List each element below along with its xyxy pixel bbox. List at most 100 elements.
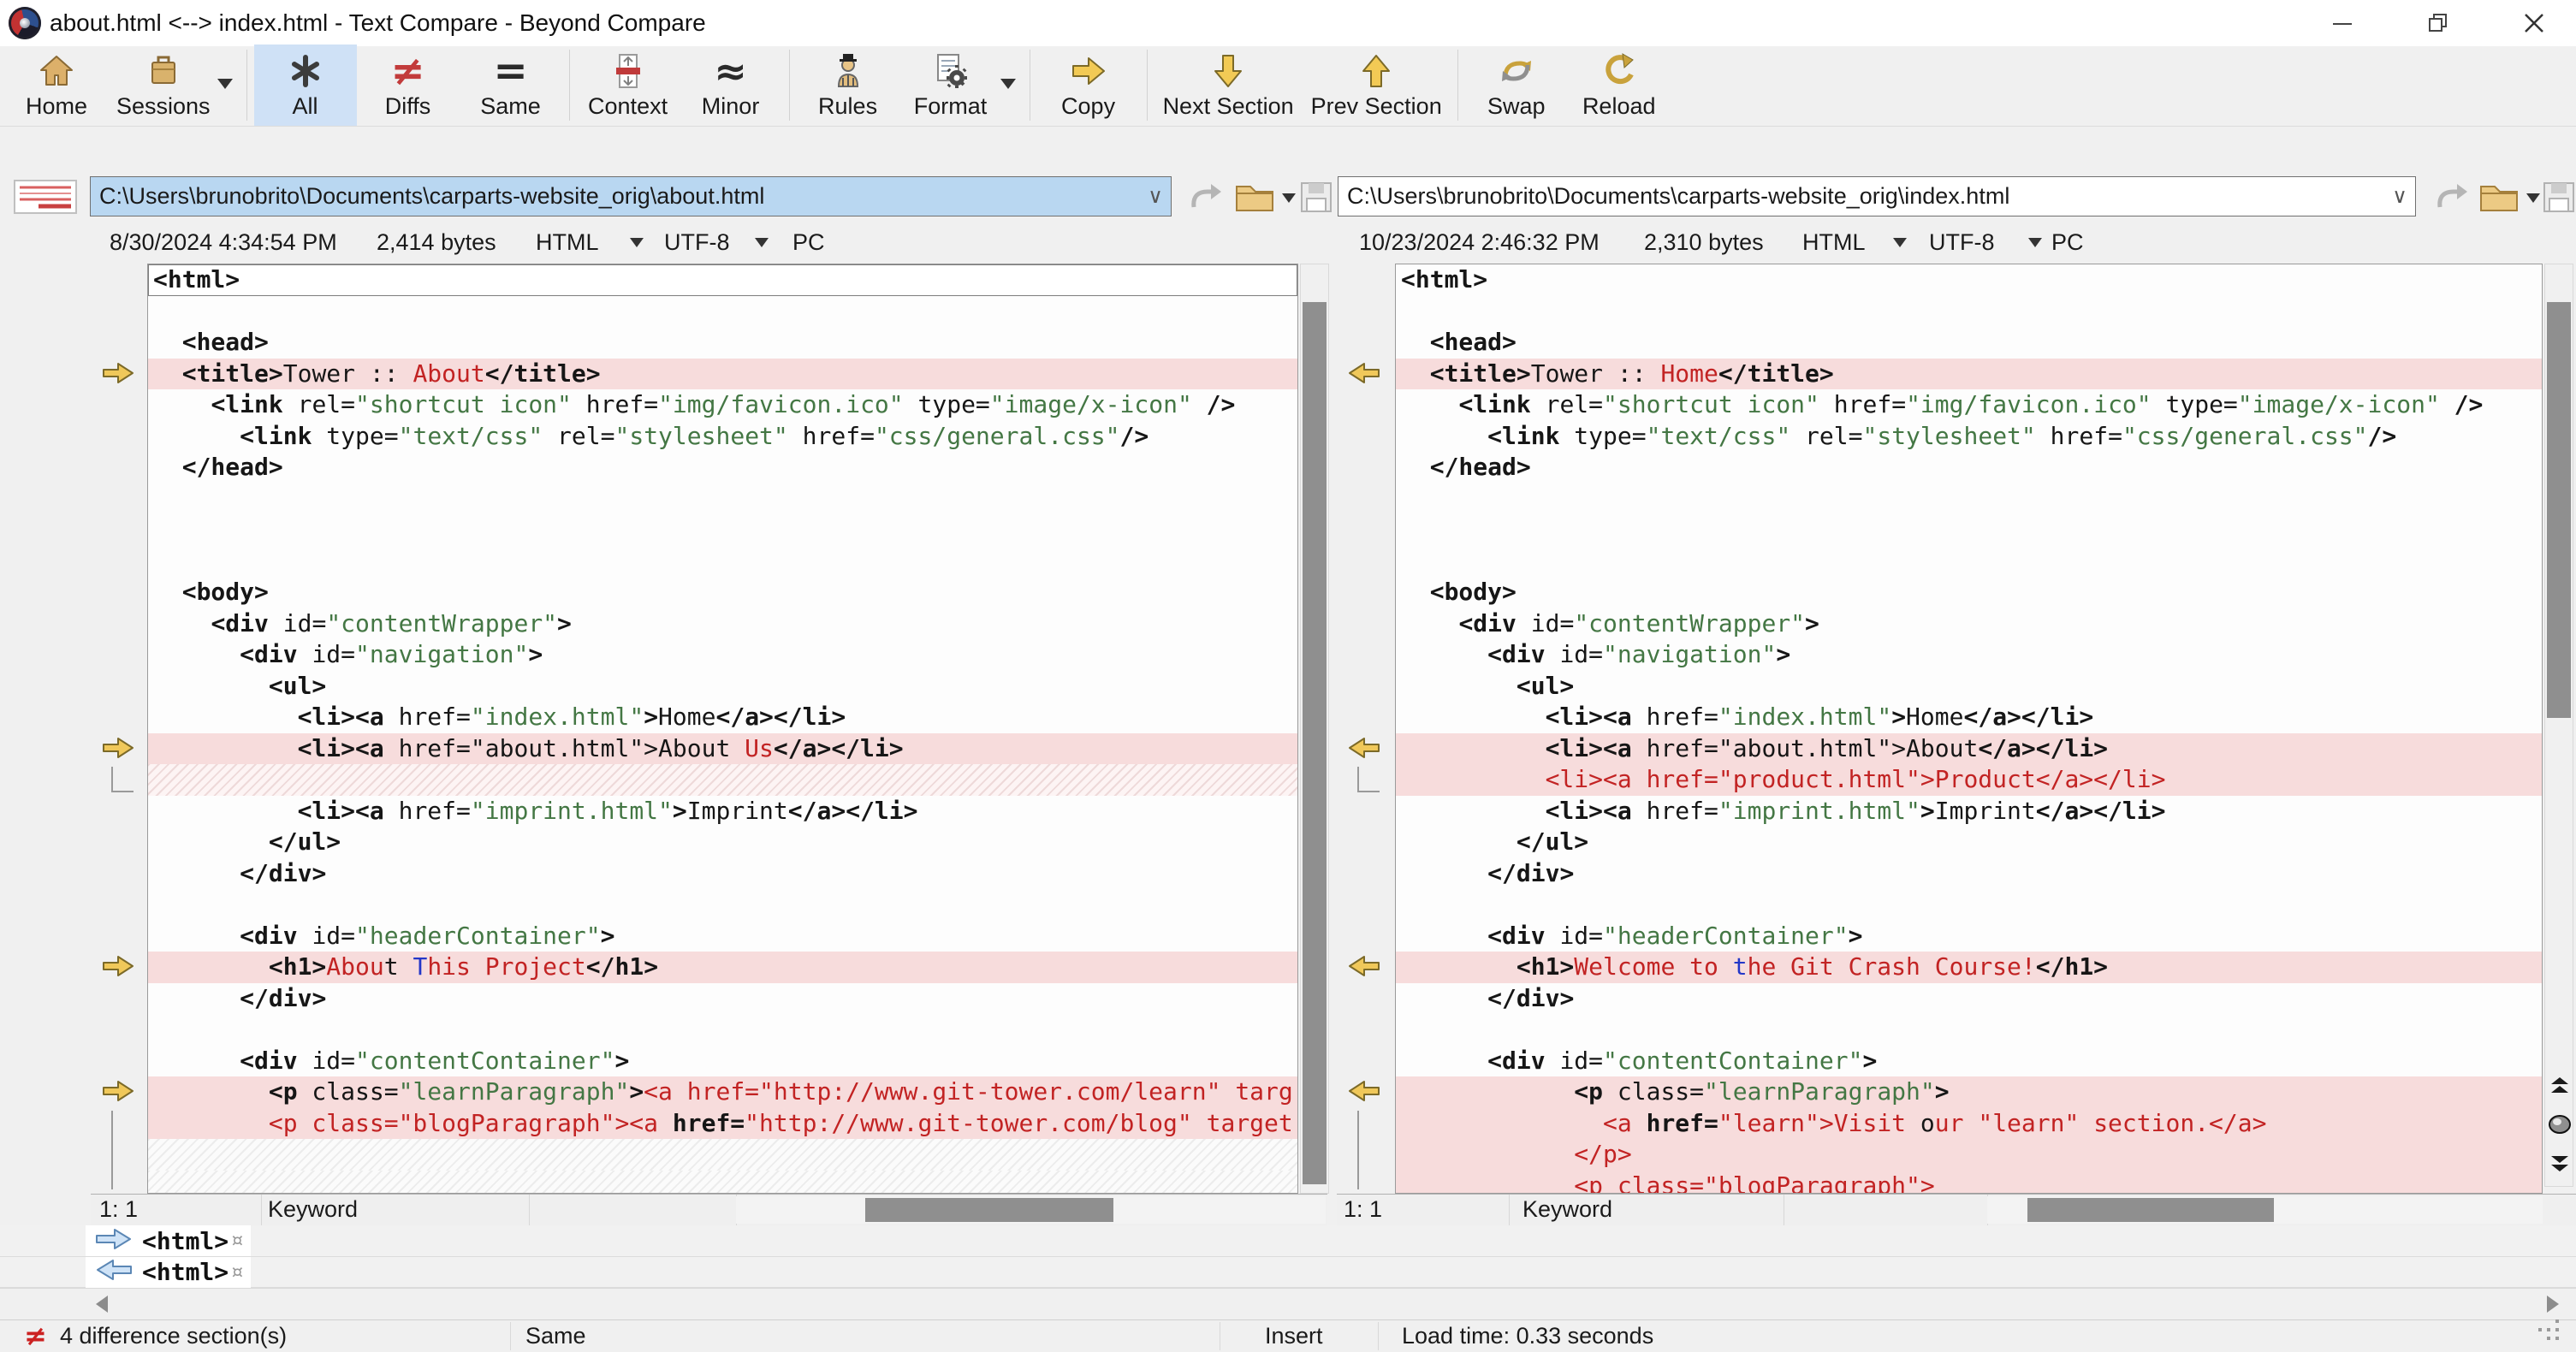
toolbar-button-swap[interactable]: Swap [1465,44,1568,126]
code-line[interactable]: <title>Tower :: About</title> [148,358,1297,389]
code-line[interactable]: </head> [148,452,1297,483]
code-line[interactable]: <body> [1396,577,2542,608]
code-line[interactable]: <link type="text/css" rel="stylesheet" h… [1396,421,2542,453]
resize-grip[interactable] [2538,1328,2542,1331]
code-line[interactable]: <html> [148,264,1297,296]
left-path-input[interactable]: C:\Users\brunobrito\Documents\carparts-w… [90,176,1172,216]
code-line[interactable]: <div id="headerContainer"> [148,921,1297,952]
code-line[interactable] [1396,514,2542,546]
code-line[interactable]: <a href="learn">Visit our "learn" sectio… [1396,1107,2542,1139]
code-line[interactable]: <li><a href="about.html">About Us</a></l… [148,732,1297,764]
code-line[interactable] [148,1014,1297,1046]
scroll-left-icon[interactable] [96,1296,108,1313]
code-line[interactable] [1396,296,2542,328]
code-line[interactable]: <div id="contentWrapper"> [1396,608,2542,640]
minimize-button[interactable] [2303,0,2382,46]
code-line[interactable]: <link rel="shortcut icon" href="img/favi… [1396,389,2542,421]
right-undo-icon[interactable] [2429,178,2473,216]
toolbar-button-context[interactable]: Context [577,44,680,126]
left-undo-icon[interactable] [1183,178,1227,216]
viewer-horizontal-scrollbar[interactable] [0,1288,2576,1319]
right-horizontal-scrollbar[interactable] [1987,1196,2543,1224]
code-line[interactable]: </div> [1396,858,2542,890]
left-scrollbar-thumb[interactable] [1303,302,1327,1184]
right-path-input[interactable]: C:\Users\brunobrito\Documents\carparts-w… [1338,176,2416,216]
dropdown-caret-icon[interactable] [1000,79,1016,89]
left-format-select[interactable]: HTML [536,221,599,264]
code-line[interactable]: <p class="learnParagraph"> [1396,1076,2542,1108]
code-line[interactable]: <p class="blogParagraph"> [1396,1170,2542,1193]
left-save-icon[interactable] [1294,178,1338,216]
code-line[interactable]: </div> [148,983,1297,1015]
toolbar-button-rules[interactable]: Rules [797,44,899,126]
code-line[interactable]: </head> [1396,452,2542,483]
code-line[interactable]: <ul> [1396,671,2542,703]
left-vertical-scrollbar[interactable] [1300,264,1329,1194]
code-line[interactable]: <div id="contentContainer"> [1396,1046,2542,1077]
prev-difference-icon[interactable] [2545,1069,2574,1103]
code-line[interactable] [1396,1014,2542,1046]
code-line[interactable]: </ul> [148,827,1297,858]
toolbar-button-copy[interactable]: Copy [1037,44,1140,126]
code-line[interactable] [148,296,1297,328]
right-encoding-select[interactable]: UTF-8 [1929,221,1995,264]
left-horizontal-thumb[interactable] [865,1198,1113,1222]
code-gap-row[interactable] [148,764,1297,796]
code-line[interactable] [1396,889,2542,921]
code-line[interactable]: <li><a href="index.html">Home</a></li> [148,702,1297,733]
diff-section-arrow-icon[interactable] [1347,954,1381,982]
left-horizontal-scrollbar[interactable] [736,1196,1326,1224]
toolbar-button-format[interactable]: Format [899,44,1023,126]
code-line[interactable]: </div> [148,858,1297,890]
toolbar-button-next-section[interactable]: Next Section [1154,44,1303,126]
toolbar-button-same[interactable]: = Same [460,44,562,126]
dropdown-caret-icon[interactable] [217,79,233,89]
diff-section-arrow-icon[interactable] [1347,1079,1381,1107]
code-line[interactable] [148,483,1297,515]
right-encoding-caret-icon[interactable] [2028,238,2042,247]
code-line[interactable]: <head> [148,327,1297,359]
code-line[interactable]: <title>Tower :: Home</title> [1396,358,2542,389]
diff-section-arrow-icon[interactable] [101,361,135,389]
right-path-dropdown-icon[interactable]: ∨ [2388,177,2412,216]
diff-section-arrow-icon[interactable] [101,736,135,764]
diff-section-arrow-icon[interactable] [101,954,135,982]
code-line[interactable]: </div> [1396,983,2542,1015]
toolbar-button-reload[interactable]: Reload [1568,44,1671,126]
toolbar-button-diffs[interactable]: ≠ Diffs [357,44,460,126]
toolbar-button-minor[interactable]: ≈ Minor [680,44,782,126]
code-line[interactable]: <h1>Welcome to the Git Crash Course!</h1… [1396,952,2542,983]
code-line[interactable]: <ul> [148,671,1297,703]
code-line[interactable]: <html> [1396,264,2542,296]
left-encoding-select[interactable]: UTF-8 [664,221,730,264]
restore-button[interactable] [2399,0,2478,46]
toolbar-button-sessions[interactable]: Sessions [108,44,240,126]
left-format-caret-icon[interactable] [630,238,644,247]
diff-section-arrow-icon[interactable] [101,1079,135,1107]
code-gap-row[interactable] [148,1170,1297,1193]
code-line[interactable]: <div id="navigation"> [1396,639,2542,671]
code-line[interactable]: <li><a href="imprint.html">Imprint</a></… [148,796,1297,827]
right-vertical-scrollbar[interactable] [2544,264,2573,1187]
code-line[interactable] [148,889,1297,921]
left-encoding-caret-icon[interactable] [755,238,769,247]
right-format-caret-icon[interactable] [1893,238,1907,247]
right-code-pane[interactable]: <html> <head> <title>Tower :: Home</titl… [1395,264,2543,1194]
code-line[interactable]: <li><a href="index.html">Home</a></li> [1396,702,2542,733]
code-line[interactable]: <li><a href="imprint.html">Imprint</a></… [1396,796,2542,827]
code-line[interactable] [1396,483,2542,515]
code-line[interactable]: <h1>About This Project</h1> [148,952,1297,983]
close-button[interactable] [2495,0,2573,46]
code-line[interactable]: <link rel="shortcut icon" href="img/favi… [148,389,1297,421]
code-line[interactable] [148,514,1297,546]
code-line[interactable]: </p> [1396,1139,2542,1171]
right-horizontal-thumb[interactable] [2027,1198,2274,1222]
left-browse-folder-icon[interactable] [1232,178,1277,216]
code-line[interactable]: <p class="blogParagraph"><a href="http:/… [148,1107,1297,1139]
center-current-difference-icon[interactable] [2545,1107,2574,1141]
code-line[interactable] [148,546,1297,578]
code-line[interactable]: <div id="contentContainer"> [148,1046,1297,1077]
left-code-pane[interactable]: <html> <head> <title>Tower :: About</tit… [147,264,1298,1194]
right-save-icon[interactable] [2537,178,2576,216]
next-difference-icon[interactable] [2545,1146,2574,1180]
